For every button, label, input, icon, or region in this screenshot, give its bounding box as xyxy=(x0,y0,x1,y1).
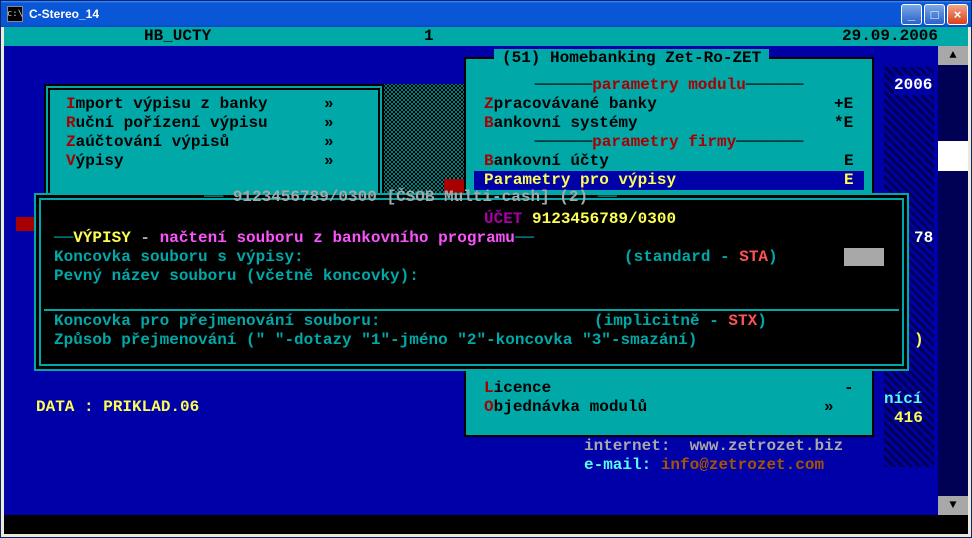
internet-line: internet: www.zetrozet.biz xyxy=(584,437,843,456)
scroll-down-icon[interactable]: ▼ xyxy=(938,496,968,515)
frag-78: 78 xyxy=(914,229,933,248)
right-item-objed[interactable]: Objednávka modulů xyxy=(484,398,647,417)
right-item-bank-sys[interactable]: Bankovní systémy xyxy=(484,114,638,133)
data-path: DATA : PRIKLAD.06 xyxy=(36,398,199,417)
right-menu-sect2: ──────parametry firmy─────── xyxy=(484,133,854,152)
right-item-licence[interactable]: Licence xyxy=(484,379,551,398)
menu-mark-3: » xyxy=(324,152,334,171)
close-button[interactable]: × xyxy=(947,4,968,25)
ucet-line: ÚČET 9123456789/0300 xyxy=(484,210,676,229)
right-mark-lic: - xyxy=(844,379,854,398)
frag-paren: ) xyxy=(914,331,924,350)
menu-item-rucni[interactable]: Ruční pořízení výpisu xyxy=(66,114,268,133)
terminal-area: HB_UCTY 1 29.09.2006 Import výpisu z ban… xyxy=(1,27,971,537)
status-date: 29.09.2006 xyxy=(842,27,938,46)
dialog-section: ──VÝPISY - načtení souboru z bankovního … xyxy=(54,229,534,248)
dialog-line1: Koncovka souboru s výpisy: xyxy=(54,248,304,267)
right-mark-z: +E xyxy=(834,95,853,114)
menu-mark-0: » xyxy=(324,95,334,114)
right-menu-title: (51) Homebanking Zet-Ro-ZET xyxy=(494,49,769,68)
application-window: c:\ C-Stereo_14 _ □ × HB_UCTY 1 29.09.20… xyxy=(0,0,972,538)
scrollbar[interactable]: ▲ ▼ xyxy=(938,46,968,534)
bottom-bar xyxy=(4,515,968,534)
scroll-up-icon[interactable]: ▲ xyxy=(938,46,968,65)
dialog-header: ── 9123456789/0300 [ČSOB Multi-cash] (2)… xyxy=(204,188,617,207)
menu-mark-1: » xyxy=(324,114,334,133)
dialog-line3-hint: (implicitně - STX) xyxy=(594,312,767,331)
status-left: HB_UCTY xyxy=(144,27,211,46)
year-label: 2006 xyxy=(894,76,932,95)
dialog-line4: Způsob přejmenování (" "-dotazy "1"-jmén… xyxy=(54,331,697,350)
input-koncovka[interactable] xyxy=(844,248,884,266)
menu-item-zauct[interactable]: Zaúčtování výpisů xyxy=(66,133,229,152)
right-item-zprac[interactable]: Zpracovávané banky xyxy=(484,95,657,114)
status-mid: 1 xyxy=(424,27,434,46)
right-mark-bu: E xyxy=(844,152,854,171)
dialog-line3: Koncovka pro přejmenování souboru: xyxy=(54,312,380,331)
menu-mark-2: » xyxy=(324,133,334,152)
window-title: C-Stereo_14 xyxy=(29,7,901,21)
menu-item-import[interactable]: Import výpisu z banky xyxy=(66,95,268,114)
frag-416: 416 xyxy=(894,409,923,428)
marker-red-2 xyxy=(16,217,36,231)
frag-nici: nící xyxy=(884,390,922,409)
dialog-line1-hint: (standard - STA) xyxy=(624,248,778,267)
minimize-button[interactable]: _ xyxy=(901,4,922,25)
scroll-thumb[interactable] xyxy=(938,141,968,171)
titlebar: c:\ C-Stereo_14 _ □ × xyxy=(1,1,971,27)
maximize-button[interactable]: □ xyxy=(924,4,945,25)
right-menu-sect1: ──────parametry modulu────── xyxy=(484,76,854,95)
app-icon: c:\ xyxy=(7,6,23,22)
menu-item-vypisy[interactable]: Výpisy xyxy=(66,152,124,171)
dialog-line2: Pevný název souboru (včetně koncovky): xyxy=(54,267,419,286)
right-mark-obj: » xyxy=(824,398,834,417)
right-mark-bs: *E xyxy=(834,114,853,133)
email-line[interactable]: e-mail: info@zetrozet.com xyxy=(584,456,824,475)
right-item-bank-ucty[interactable]: Bankovní účty xyxy=(484,152,609,171)
